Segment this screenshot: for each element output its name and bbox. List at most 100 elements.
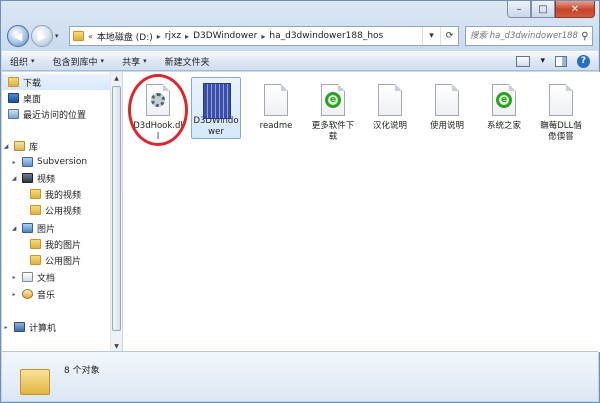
collapse-arrow-icon[interactable]: ◢ — [10, 225, 18, 232]
command-bar: 组织 ▾ 包含到库中 ▾ 共享 ▾ 新建文件夹 ▾ ? — [2, 51, 598, 71]
nav-item-label: 我的图片 — [45, 240, 82, 251]
file-item-localization-notes[interactable]: 汉化说明 — [365, 77, 415, 132]
file-item-d3dwindower[interactable]: D3DWindower — [191, 77, 241, 139]
nav-item-label: 视频 — [37, 174, 56, 185]
breadcrumb-separator[interactable]: ▸ — [157, 32, 161, 41]
file-item-more-software[interactable]: e 更多软件下载 — [308, 77, 358, 143]
internet-shortcut-icon: e — [318, 84, 348, 118]
overflow-chevron[interactable]: « — [88, 32, 93, 41]
file-name: 更多软件下载 — [311, 121, 355, 142]
file-page-icon — [435, 84, 459, 116]
refresh-button[interactable]: ⟳ — [440, 27, 458, 45]
nav-item-public-videos[interactable]: 公用视频 — [2, 202, 121, 218]
nav-item-videos[interactable]: ◢ 视频 — [2, 170, 121, 186]
search-box: ⚲ — [465, 26, 593, 46]
search-icon[interactable]: ⚲ — [578, 31, 592, 42]
library-icon — [14, 141, 25, 151]
recent-pages-dropdown[interactable]: ▾ — [55, 32, 65, 40]
close-button[interactable]: ✕ — [555, 1, 595, 18]
nav-item-downloads[interactable]: 下载 — [2, 74, 121, 90]
nav-item-libraries[interactable]: ◢ 库 — [2, 138, 121, 154]
nav-item-label: 库 — [29, 142, 39, 153]
computer-icon — [14, 322, 25, 332]
folder-icon — [30, 189, 41, 199]
scroll-up-button[interactable]: ▲ — [111, 72, 122, 84]
exe-app-icon — [201, 83, 231, 119]
forward-button[interactable]: ▶ — [31, 25, 53, 47]
new-folder-button[interactable]: 新建文件夹 — [165, 55, 210, 68]
address-dropdown-button[interactable]: ▾ — [422, 27, 440, 45]
file-name: D3DWindower — [193, 116, 239, 137]
nav-item-my-pictures[interactable]: 我的图片 — [2, 236, 121, 252]
nav-item-label: 桌面 — [23, 94, 42, 105]
file-page-icon — [264, 84, 288, 116]
nav-item-music[interactable]: ▸ 音乐 — [2, 286, 121, 302]
navpane-scrollbar[interactable]: ▲ ▼ — [110, 72, 122, 352]
file-item-usage-notes[interactable]: 使用说明 — [422, 77, 472, 132]
breadcrumb-label: rjxz — [164, 31, 182, 41]
file-item-d3dhook[interactable]: D3dHook.dll — [133, 77, 183, 143]
nav-item-label: 计算机 — [29, 323, 57, 334]
expand-arrow-icon[interactable]: ▸ — [10, 291, 18, 298]
file-page-icon — [549, 84, 573, 116]
internet-shortcut-icon: e — [489, 84, 519, 118]
back-button[interactable]: ◀ — [7, 25, 29, 47]
nav-item-subversion[interactable]: ▸ Subversion — [2, 154, 121, 170]
nav-item-label: 音乐 — [37, 290, 56, 301]
preview-pane-icon[interactable] — [555, 55, 567, 67]
file-name: D3dHook.dll — [133, 121, 183, 142]
expand-arrow-icon[interactable]: ▸ — [2, 324, 10, 331]
search-input[interactable] — [470, 31, 578, 41]
nav-item-computer[interactable]: ▸ 计算机 — [2, 319, 121, 335]
address-bar[interactable]: « 本地磁盘 (D:) ▸ rjxz ▸ D3DWindower ▸ ha_d3… — [69, 26, 459, 46]
file-item-readme[interactable]: readme — [251, 77, 301, 132]
ie-logo-icon: e — [496, 92, 512, 108]
collapse-arrow-icon[interactable]: ◢ — [10, 175, 18, 182]
include-in-library-label: 包含到库中 — [52, 57, 98, 68]
nav-item-pictures[interactable]: ◢ 图片 — [2, 220, 121, 236]
nav-item-recent-places[interactable]: 最近访问的位置 — [2, 106, 121, 122]
chevron-down-icon[interactable]: ▾ — [540, 56, 545, 66]
breadcrumb-d3dwindower[interactable]: D3DWindower ▸ — [193, 31, 265, 41]
folder-icon — [73, 31, 84, 41]
item-count: 8 个对象 — [64, 366, 100, 376]
maximize-button[interactable]: □ — [531, 1, 555, 18]
music-icon — [22, 289, 33, 299]
navigation-pane: 下载 桌面 最近访问的位置 ◢ 库 ▸ Subversion ◢ 视频 我的视频 — [2, 72, 122, 352]
breadcrumb-rjxz[interactable]: rjxz ▸ — [165, 31, 189, 41]
scroll-thumb[interactable] — [112, 86, 121, 331]
include-in-library-button[interactable]: 包含到库中 ▾ — [53, 55, 105, 68]
address-controls: ▾ ⟳ — [422, 27, 458, 45]
file-name: 系统之家 — [486, 121, 521, 131]
file-item-xitongzhijia[interactable]: e 系统之家 — [479, 77, 529, 132]
address-row: ◀ ▶ ▾ « 本地磁盘 (D:) ▸ rjxz ▸ D3DWindower ▸… — [7, 23, 593, 49]
text-file-icon — [261, 84, 291, 118]
folder-icon — [30, 255, 41, 265]
nav-item-my-videos[interactable]: 我的视频 — [2, 186, 121, 202]
documents-icon — [22, 272, 33, 282]
minimize-button[interactable]: – — [507, 1, 531, 18]
expand-arrow-icon[interactable]: ▸ — [10, 274, 18, 281]
caption-buttons: – □ ✕ — [507, 1, 595, 20]
breadcrumb-drive[interactable]: 本地磁盘 (D:) ▸ — [97, 30, 161, 43]
file-name: 汉化说明 — [372, 121, 407, 131]
breadcrumb-separator[interactable]: ▸ — [261, 32, 265, 41]
organize-button[interactable]: 组织 ▾ — [10, 55, 35, 68]
file-list: D3dHook.dll D3DWindower readme e 更多软件下载 — [123, 72, 600, 352]
breadcrumb-current[interactable]: ha_d3dwindower188_hos — [269, 31, 383, 41]
collapse-arrow-icon[interactable]: ◢ — [2, 143, 10, 150]
file-item-garbled-dll-notes[interactable]: 瞴莓DLL偕僽偄嘗 — [536, 77, 586, 143]
change-view-icon[interactable] — [516, 55, 531, 67]
chevron-down-icon: ▾ — [100, 57, 105, 65]
nav-item-desktop[interactable]: 桌面 — [2, 90, 121, 106]
nav-item-label: 公用视频 — [45, 206, 82, 217]
breadcrumb-separator[interactable]: ▸ — [185, 32, 189, 41]
nav-item-public-pictures[interactable]: 公用图片 — [2, 252, 121, 268]
file-name: 瞴莓DLL偕僽偄嘗 — [540, 121, 582, 142]
help-icon[interactable]: ? — [577, 54, 590, 68]
nav-item-label: 我的视频 — [45, 190, 82, 201]
pictures-icon — [22, 223, 33, 233]
nav-item-documents[interactable]: ▸ 文档 — [2, 269, 121, 285]
share-button[interactable]: 共享 ▾ — [122, 55, 147, 68]
expand-arrow-icon[interactable]: ▸ — [10, 159, 18, 166]
